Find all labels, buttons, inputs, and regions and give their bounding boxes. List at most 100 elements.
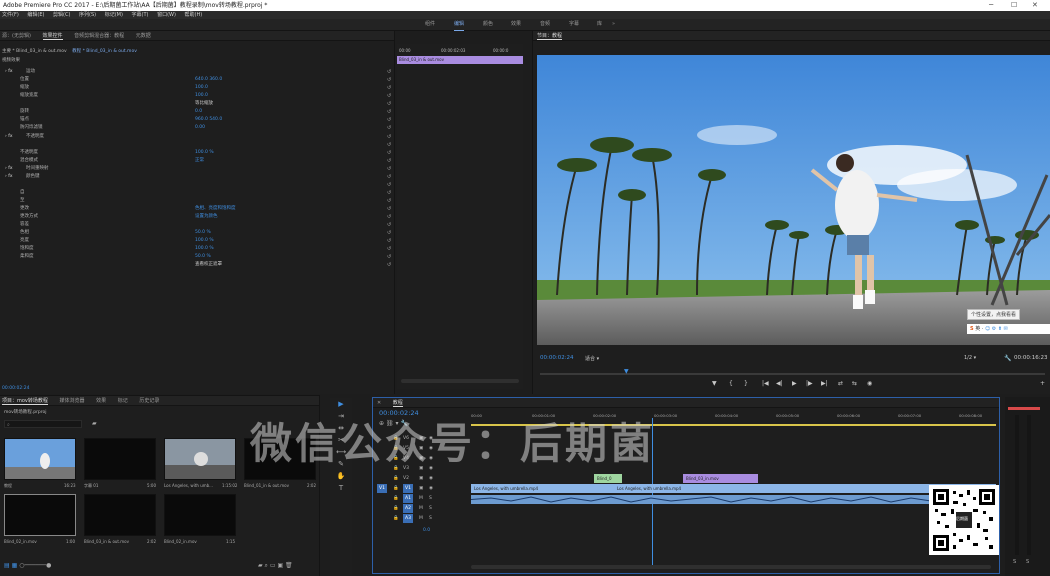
sync-lock-icon[interactable]: ▣: [419, 484, 423, 493]
tab-library-effects[interactable]: 效果: [96, 398, 106, 404]
zoom-slider[interactable]: ○──────●: [19, 562, 51, 569]
resolution-dropdown[interactable]: 1/2 ▾: [964, 355, 976, 361]
track-header[interactable]: 🔒 A3 M S: [377, 514, 471, 523]
effect-property-value[interactable]: 设置为颜色: [195, 213, 218, 221]
menu-help[interactable]: 帮助(H): [185, 12, 203, 18]
effect-section-row[interactable]: › fx 运动 ↺: [0, 68, 395, 76]
close-button[interactable]: ✕: [1032, 0, 1038, 11]
reset-icon[interactable]: ↺: [387, 221, 391, 229]
reset-icon[interactable]: ↺: [387, 237, 391, 245]
settings-wrench-icon[interactable]: 🔧: [1004, 355, 1011, 362]
selection-tool-icon[interactable]: ▶: [334, 400, 348, 410]
export-frame-button[interactable]: ◉: [867, 380, 872, 387]
effect-property-value[interactable]: 正常: [195, 157, 204, 165]
project-item-name[interactable]: 字幕 01: [84, 483, 98, 489]
effect-property-row[interactable]: 饱和度 100.0 % ↺: [0, 245, 395, 253]
track-name[interactable]: V2: [403, 474, 409, 483]
project-item-thumbnail[interactable]: [84, 494, 156, 536]
program-scrub-bar[interactable]: [540, 373, 1045, 375]
project-item-name[interactable]: Blind_03_in & out.mov: [84, 539, 129, 544]
track-header[interactable]: 🔒 A2 M S: [377, 504, 471, 513]
reset-icon[interactable]: ↺: [387, 245, 391, 253]
hand-tool-icon[interactable]: ✋: [334, 472, 348, 482]
workspace-editing[interactable]: 编辑: [454, 19, 465, 31]
list-view-icon[interactable]: ▤: [4, 562, 10, 569]
menu-marker[interactable]: 标记(M): [105, 12, 123, 18]
track-header[interactable]: 🔒 V2 ▣ ◉: [377, 474, 471, 483]
effect-checkbox[interactable]: 查看校正遮罩: [195, 261, 222, 269]
project-item-name[interactable]: Blind_02_in.mov: [4, 539, 37, 544]
automate-sequence-icon[interactable]: ▰: [258, 562, 263, 569]
reset-icon[interactable]: ↺: [387, 173, 391, 181]
fx-badge-icon[interactable]: › fx: [5, 133, 12, 141]
reset-icon[interactable]: ↺: [387, 229, 391, 237]
icon-view-icon[interactable]: ▦: [12, 562, 18, 569]
reset-icon[interactable]: ↺: [387, 181, 391, 189]
new-bin-icon[interactable]: ▰: [92, 420, 97, 427]
reset-icon[interactable]: ↺: [387, 100, 391, 108]
reset-icon[interactable]: ↺: [387, 253, 391, 261]
lift-button[interactable]: ⇄: [838, 380, 843, 387]
reset-icon[interactable]: ↺: [387, 213, 391, 221]
effect-property-row[interactable]: 至 ↺: [0, 197, 395, 205]
reset-icon[interactable]: ↺: [387, 68, 391, 76]
mute-button[interactable]: M: [419, 494, 423, 503]
ime-toolbar[interactable]: S 英 · ☺ ⚙ ⬆ ✉: [967, 324, 1050, 334]
solo-button[interactable]: S: [429, 494, 432, 503]
add-marker-button[interactable]: ▼: [712, 380, 717, 387]
reset-icon[interactable]: ↺: [387, 92, 391, 100]
tab-audio-mixer[interactable]: 音频剪辑混合器：教程: [74, 33, 124, 39]
timeline-scrollbar[interactable]: [471, 565, 991, 569]
tab-program[interactable]: 节目：教程: [537, 33, 563, 40]
go-to-out-button[interactable]: ▶|: [821, 380, 828, 387]
reset-icon[interactable]: ↺: [387, 124, 391, 132]
effect-property-row[interactable]: 混合模式 正常 ↺: [0, 157, 395, 165]
solo-right-button[interactable]: S: [1026, 559, 1029, 565]
reset-icon[interactable]: ↺: [387, 133, 391, 141]
find-icon[interactable]: ⌕: [265, 562, 268, 569]
project-item-thumbnail[interactable]: [164, 438, 236, 480]
effect-property-row[interactable]: ↺: [0, 141, 395, 149]
track-name[interactable]: A3: [403, 514, 413, 523]
effect-property-row[interactable]: 容差 ↺: [0, 221, 395, 229]
reset-icon[interactable]: ↺: [387, 189, 391, 197]
workspace-effects[interactable]: 效果: [511, 19, 521, 30]
track-name[interactable]: A1: [403, 494, 413, 503]
tab-sequence[interactable]: 教程: [392, 400, 403, 407]
workspace-assembly[interactable]: 组件: [425, 19, 435, 30]
ec-timecode[interactable]: 00:00:02:24: [2, 386, 29, 391]
effect-property-row[interactable]: 缩放宽度 100.0 ↺: [0, 92, 395, 100]
effect-property-row[interactable]: 防闪烁滤镜 0.00 ↺: [0, 124, 395, 132]
effect-property-row[interactable]: 不透明度 100.0 % ↺: [0, 149, 395, 157]
timeline-clip[interactable]: Blind_03_in.mov: [683, 474, 758, 483]
tab-metadata[interactable]: 元数据: [136, 33, 151, 39]
effect-property-value[interactable]: 50.0 %: [195, 253, 211, 261]
timeline-clip[interactable]: Blind_0: [594, 474, 622, 483]
workspace-captions[interactable]: 字幕: [569, 19, 579, 30]
menu-title[interactable]: 字幕(T): [132, 12, 149, 18]
type-tool-icon[interactable]: T: [334, 484, 348, 494]
reset-icon[interactable]: ↺: [387, 261, 391, 269]
workspace-more-icon[interactable]: »: [612, 19, 615, 30]
project-search-input[interactable]: ⌕: [4, 420, 82, 428]
tab-project[interactable]: 项目：mov转场教程: [2, 398, 48, 405]
effect-property-row[interactable]: 锚点 960.0 540.0 ↺: [0, 116, 395, 124]
zoom-fit-dropdown[interactable]: 适合 ▾: [585, 355, 599, 362]
track-name[interactable]: V1: [403, 484, 413, 493]
play-button[interactable]: ▶: [792, 380, 797, 387]
sync-lock-icon[interactable]: ▣: [419, 474, 423, 483]
track-header[interactable]: 🔒 A1 M S: [377, 494, 471, 503]
effect-section-row[interactable]: › fx 时间重映射 ↺: [0, 165, 395, 173]
effect-section-row[interactable]: › fx 颜色键 ↺: [0, 173, 395, 181]
effect-property-row[interactable]: 缩放 100.0 ↺: [0, 84, 395, 92]
solo-button[interactable]: S: [429, 504, 432, 513]
ime-tools-icon[interactable]: ☺ ⚙ ⬆ ✉: [985, 326, 1008, 332]
reset-icon[interactable]: ↺: [387, 141, 391, 149]
effect-property-value[interactable]: 100.0: [195, 84, 208, 92]
playhead-icon[interactable]: ▼: [624, 368, 629, 375]
ime-mode[interactable]: 英 ·: [975, 326, 983, 332]
maximize-button[interactable]: ☐: [1011, 0, 1017, 11]
reset-icon[interactable]: ↺: [387, 165, 391, 173]
lock-icon[interactable]: 🔒: [393, 484, 399, 493]
step-back-button[interactable]: ◀|: [776, 380, 783, 387]
